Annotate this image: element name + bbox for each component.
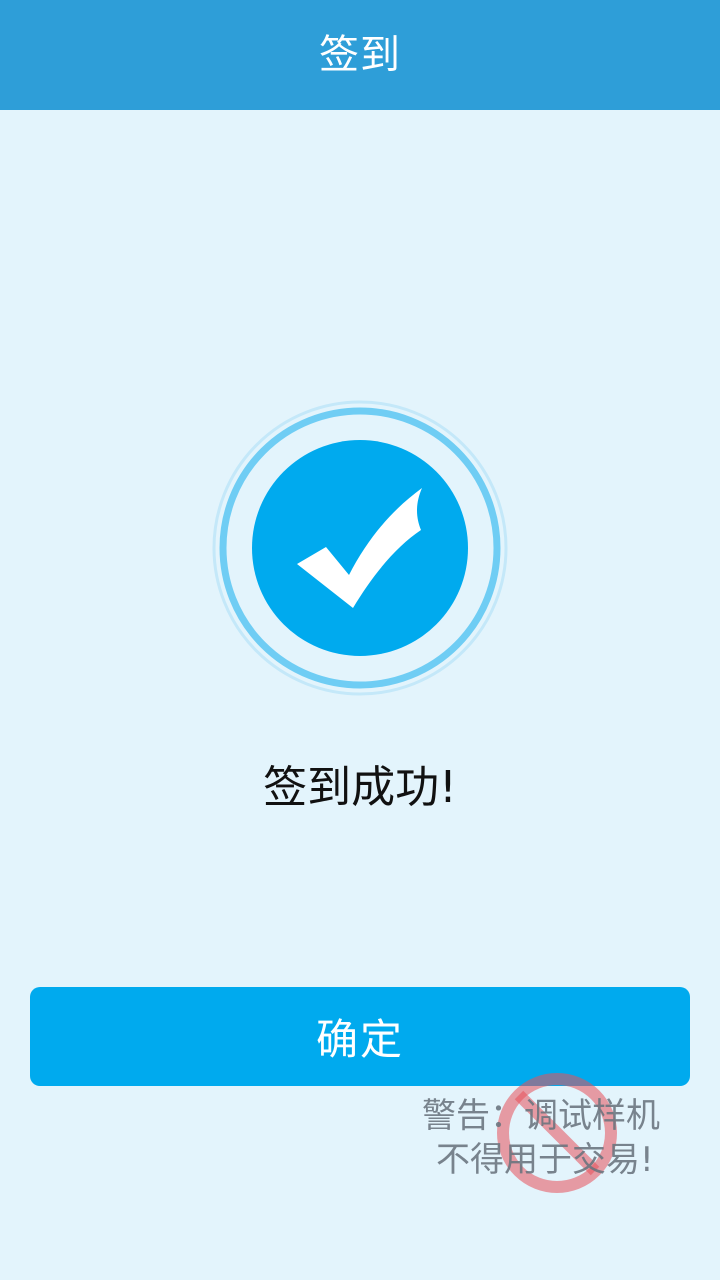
success-message: 签到成功!	[263, 762, 457, 813]
watermark-warning-line: 警告：调试样机	[422, 1096, 660, 1136]
title-bar: 签到	[0, 0, 720, 110]
watermark-notice-line: 不得用于交易!	[436, 1140, 654, 1180]
check-circle-icon	[210, 398, 510, 698]
page-title: 签到	[319, 32, 401, 78]
debug-watermark: 警告：调试样机 不得用于交易!	[410, 1066, 690, 1206]
